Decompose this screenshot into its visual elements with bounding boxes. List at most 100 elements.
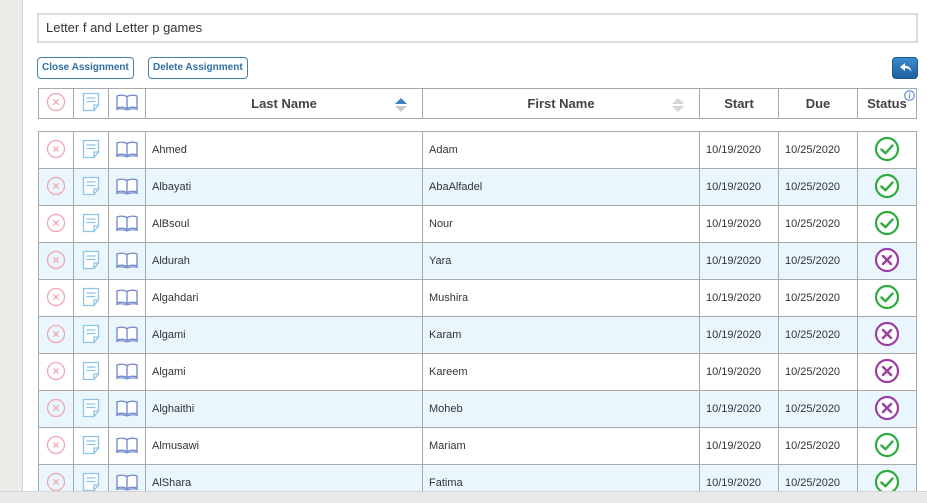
remove-student-icon[interactable] [46,435,66,455]
roster-table: Ahmed Adam 10/19/2020 10/25/2020 Albayati Aba… [38,131,917,502]
assignment-title-field[interactable]: Letter f and Letter p games [37,13,918,43]
notes-cell [73,390,109,428]
student-notes-icon[interactable] [82,287,100,307]
table-row[interactable]: Algahdari Mushira 10/19/2020 10/25/2020 [38,279,917,317]
status-cell[interactable] [857,205,917,243]
status-cell[interactable] [857,390,917,428]
assignment-panel: Letter f and Letter p games Close Assign… [22,0,927,503]
incomplete-x-icon [874,395,900,420]
horizontal-scrollbar[interactable] [0,491,927,503]
info-icon[interactable]: i [904,90,915,101]
student-notes-icon[interactable] [82,139,100,159]
student-book-icon[interactable] [115,140,139,158]
start-date-cell: 10/19/2020 [699,131,779,169]
remove-student-icon[interactable] [46,472,66,492]
student-book-icon[interactable] [115,214,139,232]
notes-cell [73,427,109,465]
start-header[interactable]: Start [699,88,779,119]
remove-student-icon[interactable] [46,213,66,233]
remove-cell [38,131,74,169]
due-date-cell: 10/25/2020 [778,316,858,354]
complete-check-icon [874,432,900,457]
complete-check-icon [874,210,900,235]
remove-cell [38,205,74,243]
due-date-cell: 10/25/2020 [778,131,858,169]
table-row[interactable]: Algami Karam 10/19/2020 10/25/2020 [38,316,917,354]
book-icon[interactable] [115,93,139,111]
book-cell [108,316,146,354]
remove-student-icon[interactable] [46,398,66,418]
status-cell[interactable] [857,316,917,354]
header-book-cell [108,88,146,119]
start-header-label: Start [724,96,754,111]
sort-unsorted-icon [672,98,684,112]
close-assignment-button[interactable]: Close Assignment [37,57,134,79]
student-notes-icon[interactable] [82,398,100,418]
student-notes-icon[interactable] [82,176,100,196]
due-date-cell: 10/25/2020 [778,168,858,206]
back-button[interactable] [892,57,918,79]
student-notes-icon[interactable] [82,472,100,492]
table-row[interactable]: AlBsoul Nour 10/19/2020 10/25/2020 [38,205,917,243]
student-notes-icon[interactable] [82,324,100,344]
remove-cell [38,242,74,280]
remove-student-icon[interactable] [46,287,66,307]
status-cell[interactable] [857,131,917,169]
notes-cell [73,279,109,317]
remove-cell [38,427,74,465]
remove-cell [38,279,74,317]
first-name-cell: Karam [422,316,700,354]
notes-icon[interactable] [82,92,100,112]
delete-assignment-button[interactable]: Delete Assignment [148,57,248,79]
due-header-label: Due [805,96,831,111]
header-notes-cell [73,88,109,119]
last-name-header[interactable]: Last Name [145,88,423,119]
remove-all-icon[interactable] [46,92,66,112]
start-date-cell: 10/19/2020 [699,168,779,206]
remove-student-icon[interactable] [46,250,66,270]
first-name-cell: AbaAlfadel [422,168,700,206]
back-arrow-icon [900,63,912,72]
sort-ascending-icon [395,98,407,112]
start-date-cell: 10/19/2020 [699,279,779,317]
table-row[interactable]: Almusawi Mariam 10/19/2020 10/25/2020 [38,427,917,465]
first-name-header[interactable]: First Name [422,88,700,119]
student-book-icon[interactable] [115,251,139,269]
remove-student-icon[interactable] [46,139,66,159]
student-book-icon[interactable] [115,325,139,343]
student-notes-icon[interactable] [82,250,100,270]
student-book-icon[interactable] [115,473,139,491]
student-book-icon[interactable] [115,288,139,306]
table-row[interactable]: Algami Kareem 10/19/2020 10/25/2020 [38,353,917,391]
remove-student-icon[interactable] [46,324,66,344]
student-book-icon[interactable] [115,399,139,417]
remove-student-icon[interactable] [46,176,66,196]
student-notes-icon[interactable] [82,213,100,233]
status-header[interactable]: Status i [857,88,917,119]
due-header[interactable]: Due [778,88,858,119]
student-book-icon[interactable] [115,177,139,195]
book-cell [108,390,146,428]
header-remove-cell [38,88,74,119]
student-notes-icon[interactable] [82,435,100,455]
notes-cell [73,353,109,391]
table-row[interactable]: Alghaithi Moheb 10/19/2020 10/25/2020 [38,390,917,428]
due-date-cell: 10/25/2020 [778,390,858,428]
table-row[interactable]: Aldurah Yara 10/19/2020 10/25/2020 [38,242,917,280]
remove-student-icon[interactable] [46,361,66,381]
status-cell[interactable] [857,279,917,317]
student-book-icon[interactable] [115,436,139,454]
book-cell [108,427,146,465]
status-cell[interactable] [857,242,917,280]
status-cell[interactable] [857,168,917,206]
table-row[interactable]: Albayati AbaAlfadel 10/19/2020 10/25/2020 [38,168,917,206]
remove-cell [38,390,74,428]
last-name-cell: Algahdari [145,279,423,317]
status-cell[interactable] [857,427,917,465]
student-book-icon[interactable] [115,362,139,380]
status-cell[interactable] [857,353,917,391]
table-row[interactable]: Ahmed Adam 10/19/2020 10/25/2020 [38,131,917,169]
student-notes-icon[interactable] [82,361,100,381]
start-date-cell: 10/19/2020 [699,205,779,243]
due-date-cell: 10/25/2020 [778,279,858,317]
